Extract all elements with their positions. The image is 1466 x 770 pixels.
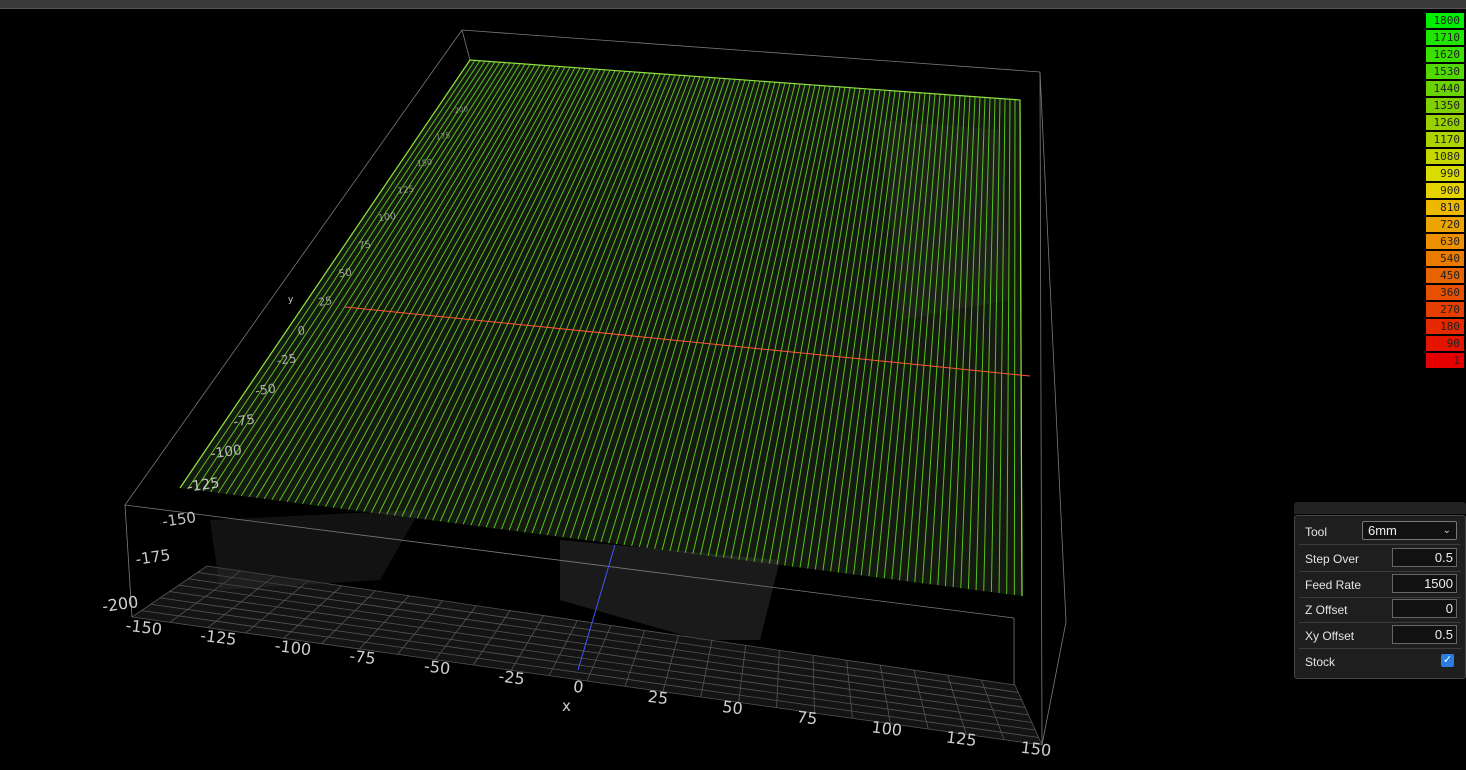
x-tick-label: -75 [348, 646, 376, 668]
x-tick-label: 75 [796, 707, 819, 728]
stock-label: Stock [1305, 655, 1336, 669]
x-tick-label: 0 [572, 677, 584, 697]
legend-item: 1080 [1426, 149, 1464, 164]
legend-item: 720 [1426, 217, 1464, 232]
z-offset-row: Z Offset 0 [1299, 597, 1461, 623]
chevron-down-icon: ⌄ [1442, 525, 1451, 536]
legend-item: 1530 [1426, 64, 1464, 79]
y-tick-label: -75 [232, 412, 255, 430]
step-over-row: Step Over 0.5 [1299, 546, 1461, 572]
legend-item: 900 [1426, 183, 1464, 198]
x-tick-label: -25 [498, 667, 526, 689]
box-edge [1039, 71, 1043, 746]
toolpath-settings-panel: Tool 6mm ⌄ Step Over 0.5 Feed Rate 1500 … [1294, 515, 1466, 679]
tool-label: Tool [1305, 525, 1328, 539]
feed-rate-input[interactable]: 1500 [1392, 574, 1457, 593]
x-tick-label: -50 [423, 656, 451, 678]
y-tick-label: -50 [254, 380, 276, 398]
y-tick-label: 75 [358, 239, 372, 252]
x-tick-label: 125 [945, 728, 978, 751]
y-tick-label: 150 [416, 156, 433, 168]
legend-item: 810 [1426, 200, 1464, 215]
z-offset-label: Z Offset [1305, 603, 1348, 617]
y-tick-label: -25 [276, 351, 298, 368]
tool-row: Tool 6mm ⌄ [1299, 519, 1461, 545]
legend-item: 1620 [1426, 47, 1464, 62]
y-axis-label: y [288, 295, 294, 305]
legend-item: 540 [1426, 251, 1464, 266]
z-offset-input[interactable]: 0 [1392, 599, 1457, 618]
legend-item: 1170 [1426, 132, 1464, 147]
x-tick-label: 100 [870, 717, 903, 740]
xy-offset-label: Xy Offset [1305, 629, 1355, 643]
tool-select[interactable]: 6mm ⌄ [1362, 521, 1457, 540]
step-over-input[interactable]: 0.5 [1392, 548, 1457, 567]
feed-rate-label: Feed Rate [1305, 578, 1362, 592]
y-tick-label: -150 [161, 508, 197, 531]
toolpath-3d-scene[interactable]: -150 -125 -100 -75 -50 -25 025 50 75 100 125 150 -2… [0, 0, 1466, 770]
y-tick-label: 50 [338, 267, 353, 281]
xy-offset-input[interactable]: 0.5 [1392, 625, 1457, 644]
y-tick-label: -200 [101, 592, 140, 616]
x-tick-label: -100 [274, 636, 312, 659]
box-edge [1041, 621, 1067, 746]
x-tick-label: 50 [721, 697, 744, 718]
legend-item: 990 [1426, 166, 1464, 181]
legend-item: 1350 [1426, 98, 1464, 113]
grid-line [160, 597, 1032, 723]
toolpath-line [1013, 99, 1016, 596]
legend-item: 90 [1426, 336, 1464, 351]
stock-row: Stock ✓ [1299, 649, 1461, 674]
box-edge [461, 29, 471, 61]
legend-item: 180 [1426, 319, 1464, 334]
step-over-label: Step Over [1305, 552, 1360, 566]
legend-item: 360 [1426, 285, 1464, 300]
box-edge [1039, 71, 1067, 623]
legend-item: 1260 [1426, 115, 1464, 130]
y-tick-label: -175 [134, 546, 171, 569]
y-tick-label: 25 [317, 294, 333, 309]
y-tick-label: -125 [186, 475, 220, 495]
legend-item: 1800 [1426, 13, 1464, 28]
legend-item: 1710 [1426, 30, 1464, 45]
xy-offset-row: Xy Offset 0.5 [1299, 623, 1461, 649]
legend-item: 1 [1426, 353, 1464, 368]
legend-item: 270 [1426, 302, 1464, 317]
x-axis-label: x [562, 697, 571, 715]
legend-item: 1440 [1426, 81, 1464, 96]
x-tick-label: -125 [199, 626, 237, 649]
feed-rate-row: Feed Rate 1500 [1299, 572, 1461, 598]
x-tick-label: -150 [125, 616, 163, 639]
stock-checkbox[interactable]: ✓ [1441, 654, 1454, 667]
legend-item: 450 [1426, 268, 1464, 283]
x-tick-label: 150 [1020, 738, 1053, 761]
panel-drag-handle[interactable] [1294, 502, 1466, 514]
tool-select-value: 6mm [1368, 523, 1397, 538]
legend-item: 630 [1426, 234, 1464, 249]
x-tick-label: 25 [647, 687, 670, 708]
feed-rate-legend: 1800 1710 1620 1530 1440 1350 1260 1170 1080 990 9… [1426, 13, 1464, 370]
3d-viewport[interactable]: -150 -125 -100 -75 -50 -25 0 25 50 75 100 125 150 -2… [0, 9, 1466, 770]
